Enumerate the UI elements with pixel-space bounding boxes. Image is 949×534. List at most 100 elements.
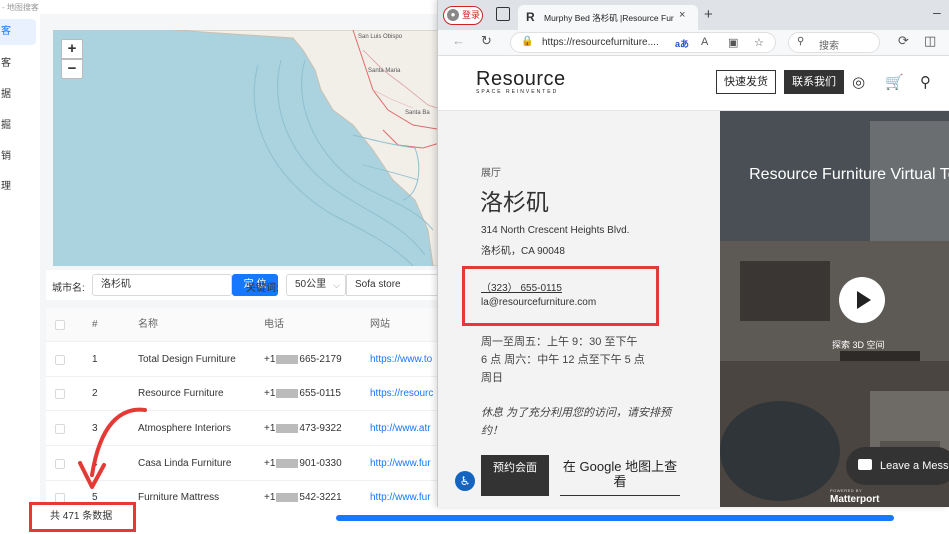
browser-tab[interactable]: R Murphy Bed 洛杉矶 |Resource Fur × [518,5,698,30]
sidebar-item-marketing[interactable]: 销 [0,144,36,170]
row-website-link[interactable]: https://resourc [370,377,440,411]
row-website-link[interactable]: http://www.fur [370,481,440,508]
row-checkbox[interactable] [55,459,65,469]
phone-suffix: 665-2179 [299,354,342,365]
table-row[interactable]: 1 Total Design Furniture +1 665-2179 http… [46,343,440,377]
row-website-link[interactable]: http://www.atr [370,412,440,446]
city-input[interactable]: 洛杉矶 [92,274,232,296]
explore-3d-label: 探索 3D 空间 [832,340,885,350]
note-line-2: 约！ [481,425,503,437]
row-name: Total Design Furniture [138,354,236,365]
read-aloud-icon[interactable]: aあ [675,37,689,50]
redacted-block [276,388,299,398]
horizontal-scrollbar[interactable] [336,515,894,521]
note-line-1: 休息 为了充分利用您的访问，请安排预 [481,407,672,419]
workspaces-icon[interactable] [496,7,510,21]
favorite-star-icon[interactable]: ☆ [754,36,764,49]
row-website-link[interactable]: https://www.to [370,343,440,377]
virtual-tour-panel[interactable]: Resource Furniture Virtual Tour 探索 3D 空间… [720,111,949,507]
extensions-icon[interactable]: ⟳ [898,33,909,49]
site-logo[interactable]: Resource [476,68,566,91]
cart-icon[interactable]: 🛒 [885,73,904,91]
hours-line-3: 周日 [481,372,503,384]
chevron-down-icon: ⌵ [333,280,340,290]
fast-ship-button[interactable]: 快速发货 [716,70,776,94]
map-label-santa-barbara: Santa Ba [405,110,430,116]
phone-suffix: 473-9322 [299,423,342,434]
keyword-label: 关键词: [246,283,279,294]
header-name: 名称 [138,319,158,330]
new-tab-button[interactable]: + [704,6,713,23]
phone-suffix: 542-3221 [299,492,342,503]
chat-label: Leave a Mess [880,460,949,472]
row-website-link[interactable]: http://www.fur [370,447,440,481]
matterport-logo: Matterport [830,494,880,505]
sidebar-item-map-search[interactable]: 客 [0,19,36,45]
contact-highlight-box [462,266,659,326]
phone-link[interactable]: （323） 655-0115 [481,279,562,294]
address-line-1: 314 North Crescent Heights Blvd. [481,225,630,236]
logo-tagline: SPACE REINVENTED [476,89,559,95]
site-header: Resource SPACE REINVENTED 快速发货 联系我们 ◎ 🛒 … [438,56,949,111]
row-phone: +1 665-2179 [264,343,354,377]
header-website: 网站 [370,319,390,330]
text-size-icon[interactable]: A [701,36,708,48]
powered-by-label: POWERED BY [830,488,863,493]
city-label: 城市名: [52,283,85,294]
radius-value: 50公里 [295,279,327,290]
lock-icon: 🔒 [521,36,534,47]
showroom-city: 洛杉矶 [480,190,549,216]
sidebar-item-mining[interactable]: 掘 [0,113,36,139]
row-checkbox[interactable] [55,355,65,365]
sidebar-item-customers[interactable]: 客 [0,51,36,77]
total-count: 共 471 条数据 [29,502,136,532]
phone-suffix: 655-0115 [299,388,341,399]
search-box[interactable]: ⚲ 搜索 [788,32,880,53]
zoom-out-button[interactable]: − [61,59,83,79]
hours-line-2: 6 点 周六：中午 12 点至下午 5 点 [481,354,645,366]
profile-button[interactable]: ● 登录 [443,6,483,25]
row-name: Resource Furniture [138,388,224,399]
radius-select[interactable]: 50公里 ⌵ [286,274,346,296]
split-screen-icon[interactable]: ▣ [728,36,738,49]
phone-prefix: +1 [264,423,276,434]
search-placeholder: 搜索 [819,41,839,52]
row-name: Furniture Mattress [138,492,220,503]
play-icon[interactable] [839,277,885,323]
redacted-block [276,354,299,364]
tab-close-icon[interactable]: × [679,9,685,21]
tab-title: Murphy Bed 洛杉矶 |Resource Fur [544,13,674,23]
email-link[interactable]: la@resourcefurniture.com [481,297,596,308]
redacted-block [276,492,299,502]
address-line-2: 洛杉矶，CA 90048 [481,246,565,257]
keyword-input[interactable]: Sofa store [346,274,440,296]
phone-prefix: +1 [264,354,276,365]
google-maps-link[interactable]: 在 Google 地图上查看 [560,459,680,496]
zoom-in-button[interactable]: + [61,39,83,59]
account-icon[interactable]: ◎ [852,73,865,91]
phone-prefix: +1 [264,388,276,399]
accessibility-icon[interactable]: ♿ [455,471,475,491]
refresh-icon[interactable]: ↻ [481,33,492,49]
row-num: 1 [92,354,98,365]
address-bar[interactable]: 🔒 https://resourcefurniture.... aあ A ▣ ☆ [510,32,776,53]
chat-button[interactable]: Leave a Mess [846,447,949,485]
search-icon[interactable]: ⚲ [920,73,931,91]
search-icon: ⚲ [797,36,805,47]
row-checkbox[interactable] [55,389,65,399]
redacted-block [276,423,299,433]
minimize-button[interactable]: – [933,4,941,20]
back-icon[interactable]: ← [452,33,465,48]
row-phone: +1 542-3221 [264,481,354,508]
row-checkbox[interactable] [55,424,65,434]
sidebar-item-management[interactable]: 理 [0,174,36,200]
header-phone: 电话 [264,319,284,330]
sidebar-item-data[interactable]: 据 [0,82,36,108]
contact-us-button[interactable]: 联系我们 [784,70,844,94]
select-all-checkbox[interactable] [55,320,65,330]
appointment-button[interactable]: 预约会面 [481,455,549,496]
map-view[interactable]: San Luis Obispo Santa Maria Santa Ba [53,30,443,266]
sidebar-toggle-icon[interactable]: ◫ [924,33,936,49]
filter-bar: 城市名: 洛杉矶 定 位 关键词: 50公里 ⌵ Sofa store [46,270,440,300]
user-avatar-icon: ● [447,9,459,21]
